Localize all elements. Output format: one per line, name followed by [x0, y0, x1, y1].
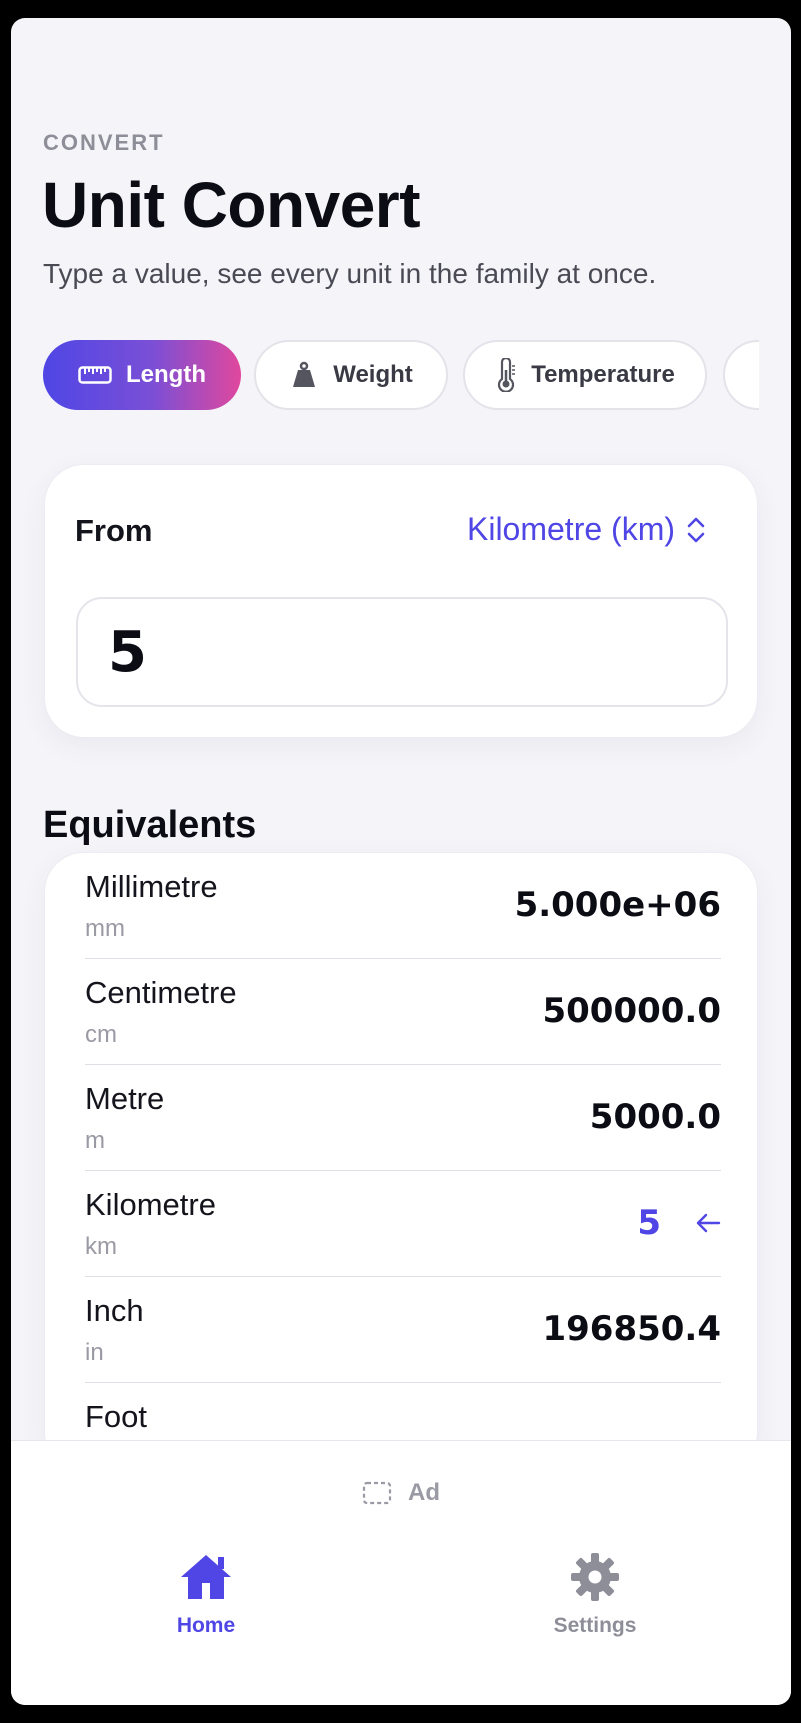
category-chips: Length Weight Temperature — [43, 340, 759, 412]
current-value: 5 — [637, 1203, 661, 1243]
unit-value: 196850.4 — [542, 1309, 721, 1349]
unit-abbr: mm — [85, 915, 125, 942]
app-screen: CONVERT Unit Convert Type a value, see e… — [11, 18, 791, 1705]
equivalents-title: Equivalents — [43, 804, 257, 846]
value-input[interactable] — [76, 597, 728, 707]
unit-picker-value: Kilometre (km) — [466, 511, 675, 547]
unit-abbr: m — [85, 1127, 105, 1154]
from-card: From Kilometre (km) — [44, 464, 758, 738]
ruler-icon — [78, 366, 112, 384]
chip-weight-label: Weight — [333, 361, 413, 388]
chip-temperature-label: Temperature — [531, 361, 675, 388]
list-item-current[interactable]: Kilometre km 5 — [85, 1171, 721, 1277]
equivalents-list: Millimetre mm 5.000e+06 Centimetre cm 50… — [44, 852, 758, 1440]
thermometer-icon — [498, 358, 516, 392]
unit-abbr: in — [85, 1339, 104, 1366]
unit-name: Millimetre — [85, 869, 218, 904]
unit-name: Inch — [85, 1293, 144, 1328]
ad-label: Ad — [408, 1479, 440, 1506]
weight-icon — [293, 361, 316, 387]
tab-home-label: Home — [176, 1614, 236, 1637]
unit-name: Metre — [85, 1081, 165, 1116]
tab-home[interactable]: Home — [106, 1551, 306, 1638]
chip-length-label: Length — [126, 361, 206, 388]
chip-length[interactable]: Length — [43, 340, 241, 410]
unit-value: 5 — [637, 1203, 721, 1243]
chip-weight[interactable]: Weight — [254, 340, 448, 410]
list-item[interactable]: Foot — [85, 1383, 721, 1440]
unit-value: 500000.0 — [542, 991, 721, 1031]
arrow-left-icon — [696, 1213, 721, 1233]
eyebrow-label: CONVERT — [43, 130, 165, 155]
unit-value: 5000.0 — [589, 1097, 721, 1137]
unit-name: Foot — [85, 1399, 148, 1434]
home-icon — [181, 1555, 231, 1599]
unit-name: Centimetre — [85, 975, 237, 1010]
unit-value: 5.000e+06 — [514, 885, 721, 925]
unit-picker[interactable]: Kilometre (km) — [467, 511, 707, 548]
page-subtitle: Type a value, see every unit in the fami… — [43, 258, 657, 289]
chip-more[interactable] — [723, 340, 759, 410]
ad-placeholder-icon — [362, 1481, 392, 1505]
chevron-up-down-icon — [687, 517, 705, 542]
page-title: Unit Convert — [42, 169, 421, 241]
scroll-content[interactable]: CONVERT Unit Convert Type a value, see e… — [11, 18, 791, 1440]
unit-abbr: km — [85, 1233, 117, 1260]
list-item[interactable]: Metre m 5000.0 — [85, 1065, 721, 1171]
unit-name: Kilometre — [85, 1187, 216, 1222]
tab-settings-label: Settings — [553, 1614, 637, 1637]
list-item[interactable]: Centimetre cm 500000.0 — [85, 959, 721, 1065]
list-item[interactable]: Inch in 196850.4 — [85, 1277, 721, 1383]
tab-settings[interactable]: Settings — [495, 1551, 695, 1638]
from-label: From — [75, 513, 153, 548]
gear-icon — [571, 1553, 619, 1601]
list-item[interactable]: Millimetre mm 5.000e+06 — [85, 853, 721, 959]
ad-banner[interactable]: Ad — [11, 1479, 791, 1507]
bottom-bar: Ad Home Settings — [11, 1440, 791, 1705]
unit-abbr: cm — [85, 1021, 117, 1048]
chip-temperature[interactable]: Temperature — [463, 340, 707, 410]
